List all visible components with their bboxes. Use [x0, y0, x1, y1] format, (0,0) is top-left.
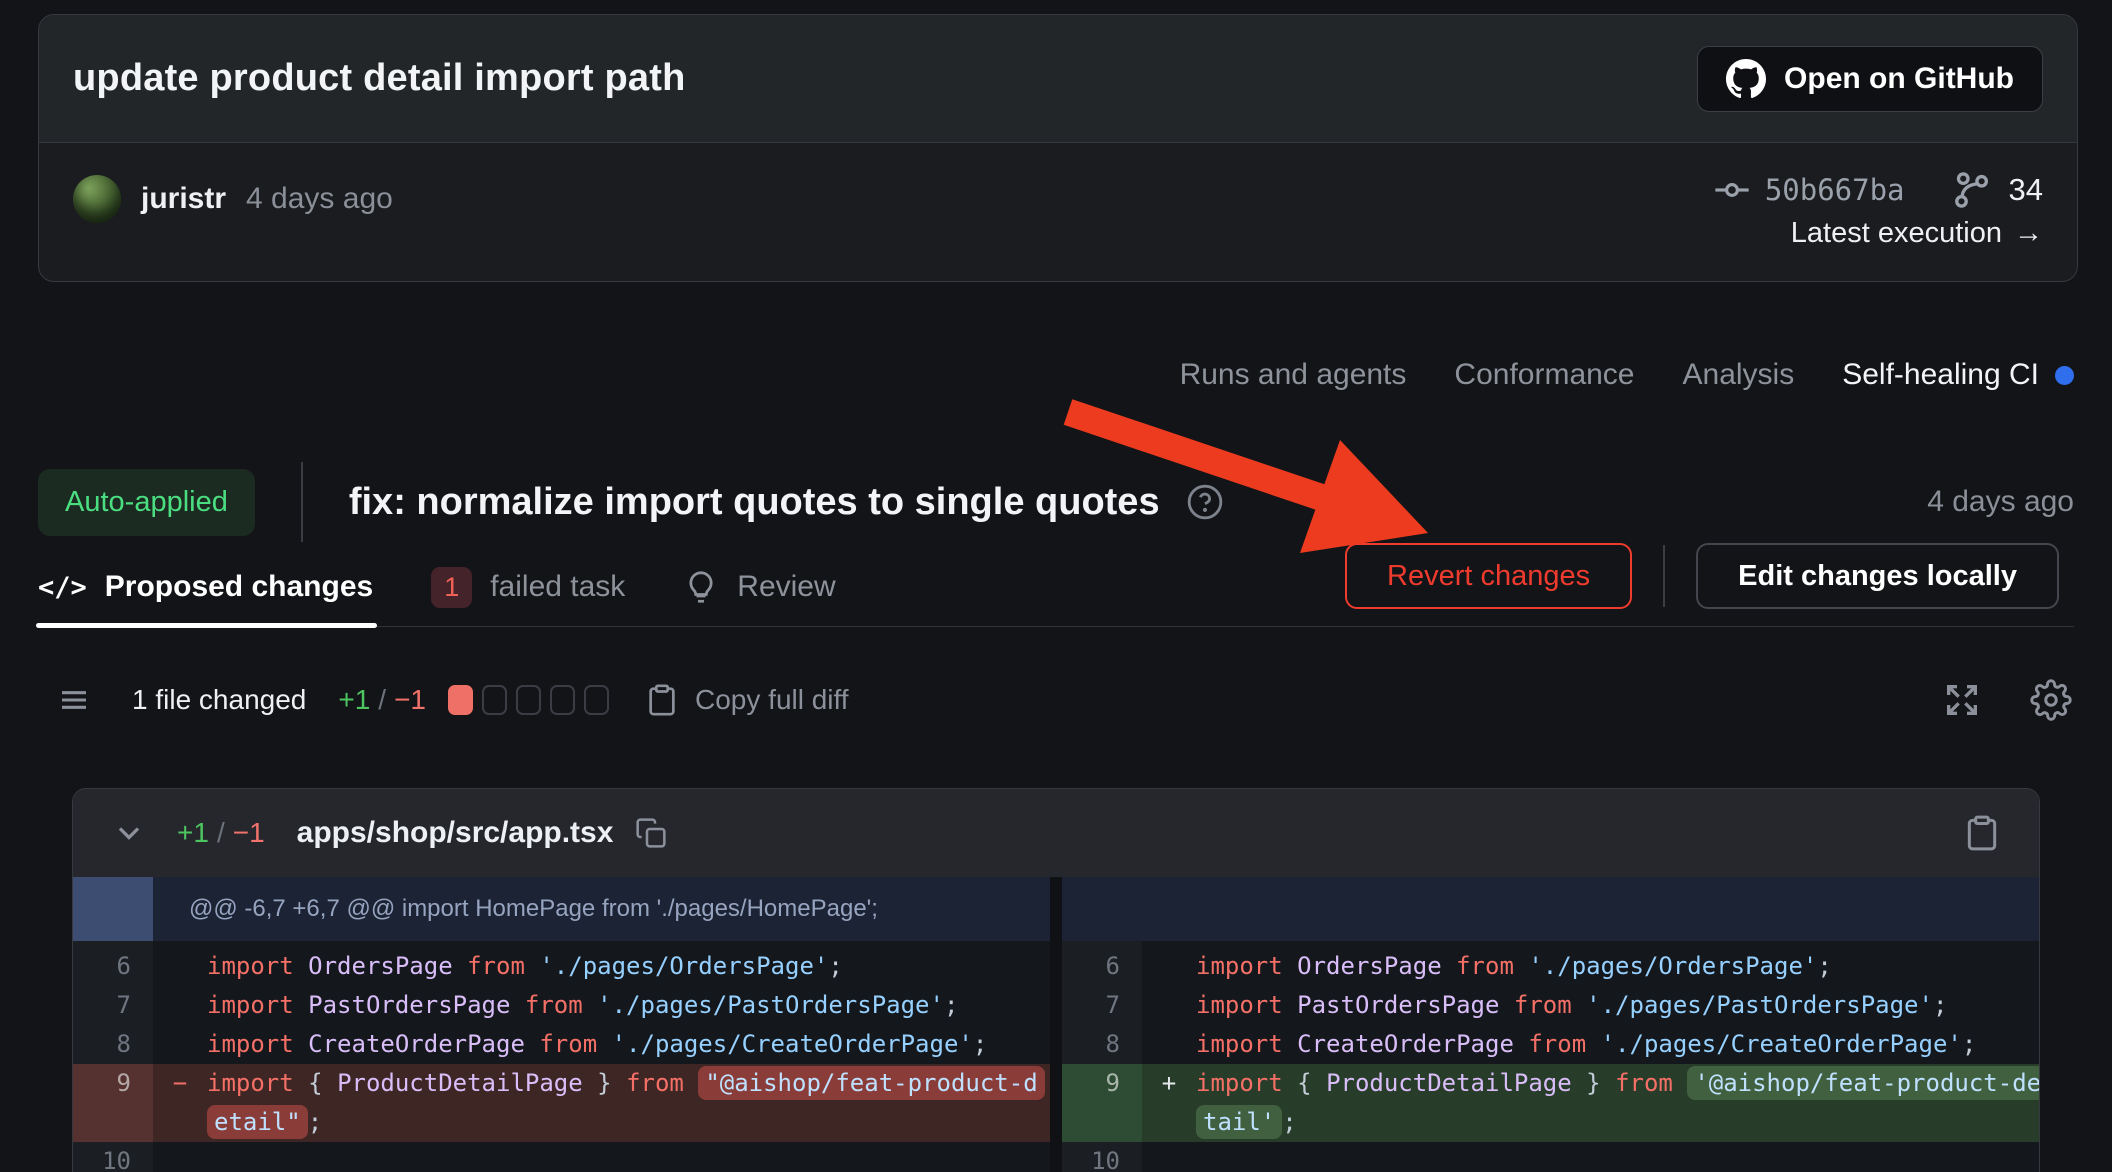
- diff-hunk-row: @@ -6,7 +6,7 @@ import HomePage from './…: [73, 877, 1050, 941]
- execution-count: 34: [2009, 172, 2043, 208]
- diff-row: 8import CreateOrderPage from './pages/Cr…: [1062, 1025, 2039, 1064]
- git-commit-icon: [1713, 171, 1751, 209]
- files-changed-label: 1 file changed: [132, 684, 306, 716]
- author-name: juristr: [141, 182, 226, 216]
- diff-row: 7import PastOrdersPage from './pages/Pas…: [73, 986, 1050, 1025]
- diff-row: 8import CreateOrderPage from './pages/Cr…: [73, 1025, 1050, 1064]
- gear-icon[interactable]: [2030, 679, 2072, 721]
- nav-item-runs-and-agents[interactable]: Runs and agents: [1180, 358, 1407, 392]
- commit-meta-row: juristr 4 days ago 50b667ba 34: [39, 143, 2077, 281]
- fix-actions: Revert changes Edit changes locally: [1345, 543, 2059, 609]
- diff-row: 10: [1062, 1142, 2039, 1172]
- diff-block: [448, 685, 473, 715]
- file-deletions: −1: [233, 817, 265, 849]
- arrow-right-icon: →: [2014, 217, 2043, 250]
- file-list-menu-icon[interactable]: [56, 684, 92, 716]
- copy-file-diff-icon[interactable]: [1963, 814, 2001, 852]
- diff-pane-before: @@ -6,7 +6,7 @@ import HomePage from './…: [73, 877, 1050, 1172]
- auto-applied-badge: Auto-applied: [38, 469, 255, 536]
- nav-tabs: Runs and agents Conformance Analysis Sel…: [1180, 352, 2074, 398]
- deletions-count: −1: [394, 684, 426, 716]
- file-additions: +1: [177, 817, 209, 849]
- diff-row: 7import PastOrdersPage from './pages/Pas…: [1062, 986, 2039, 1025]
- fix-time: 4 days ago: [1927, 485, 2074, 519]
- open-on-github-label: Open on GitHub: [1784, 62, 2014, 96]
- diff-row: 6import OrdersPage from './pages/OrdersP…: [73, 947, 1050, 986]
- diff-pane-after: 6import OrdersPage from './pages/OrdersP…: [1062, 877, 2039, 1172]
- commit-hash: 50b667ba: [1765, 173, 1905, 207]
- pane-divider: [1050, 877, 1062, 1172]
- diff-row: tail';: [1062, 1103, 2039, 1142]
- file-name: apps/shop/src/app.tsx: [297, 816, 614, 850]
- diff-row: 6import OrdersPage from './pages/OrdersP…: [1062, 947, 2039, 986]
- diff-row: 9+import { ProductDetailPage } from '@ai…: [1062, 1064, 2039, 1103]
- diff-block: [584, 685, 609, 715]
- diff-row: etail";: [73, 1103, 1050, 1142]
- commit-card-header: update product detail import path Open o…: [39, 15, 2077, 143]
- split-diff-view: @@ -6,7 +6,7 @@ import HomePage from './…: [73, 877, 2039, 1172]
- edit-changes-locally-button[interactable]: Edit changes locally: [1696, 543, 2059, 609]
- diff-block: [516, 685, 541, 715]
- commit-link[interactable]: 50b667ba: [1713, 171, 1905, 209]
- nav-item-conformance[interactable]: Conformance: [1454, 358, 1634, 392]
- file-diff-card: +1 / −1 apps/shop/src/app.tsx @@ -6,7 +6…: [72, 788, 2040, 1172]
- diff-toolbar: 1 file changed +1 / −1 Copy full diff: [56, 676, 2072, 724]
- avatar: [73, 175, 121, 223]
- divider: [301, 462, 303, 542]
- additions-count: +1: [338, 684, 370, 716]
- help-icon[interactable]: [1186, 483, 1224, 521]
- file-diff-header: +1 / −1 apps/shop/src/app.tsx: [73, 789, 2039, 877]
- author-group: juristr 4 days ago: [73, 175, 393, 223]
- open-on-github-button[interactable]: Open on GitHub: [1697, 46, 2043, 112]
- execution-count-group[interactable]: 34: [1951, 169, 2043, 211]
- nav-item-analysis[interactable]: Analysis: [1683, 358, 1795, 392]
- nav-item-self-healing-ci[interactable]: Self-healing CI: [1842, 358, 2074, 392]
- page: update product detail import path Open o…: [0, 0, 2112, 1172]
- failed-count-badge: 1: [431, 567, 472, 608]
- diff-block: [550, 685, 575, 715]
- diff-block: [482, 685, 507, 715]
- lightbulb-icon: [683, 569, 719, 605]
- diff-blocks-indicator: [448, 685, 609, 715]
- tab-review[interactable]: Review: [683, 548, 835, 626]
- expand-fullscreen-icon[interactable]: [1942, 680, 1982, 720]
- diff-hunk-row: [1062, 877, 2039, 941]
- diff-row: 10: [73, 1142, 1050, 1172]
- chevron-down-icon[interactable]: [111, 815, 147, 851]
- diff-row: 9−import { ProductDetailPage } from "@ai…: [73, 1064, 1050, 1103]
- notification-dot: [2055, 366, 2074, 385]
- github-icon: [1726, 59, 1766, 99]
- clipboard-icon: [645, 683, 679, 717]
- tab-proposed-changes[interactable]: </> Proposed changes: [38, 548, 373, 626]
- code-icon: </>: [38, 572, 87, 603]
- copy-path-icon[interactable]: [635, 817, 667, 849]
- tab-failed-task[interactable]: 1 failed task: [431, 548, 625, 626]
- latest-execution-link[interactable]: Latest execution →: [1791, 217, 2043, 250]
- revert-changes-button[interactable]: Revert changes: [1345, 543, 1632, 609]
- page-title: update product detail import path: [73, 57, 686, 100]
- divider: [1663, 545, 1665, 607]
- git-branch-icon: [1951, 169, 1993, 211]
- commit-time: 4 days ago: [246, 182, 393, 216]
- commit-meta-right: 50b667ba 34 Latest execution →: [1713, 169, 2043, 250]
- fix-header-row: Auto-applied fix: normalize import quote…: [38, 462, 2074, 542]
- copy-full-diff-button[interactable]: Copy full diff: [645, 683, 849, 717]
- commit-card: update product detail import path Open o…: [38, 14, 2078, 282]
- fix-title: fix: normalize import quotes to single q…: [349, 481, 1160, 524]
